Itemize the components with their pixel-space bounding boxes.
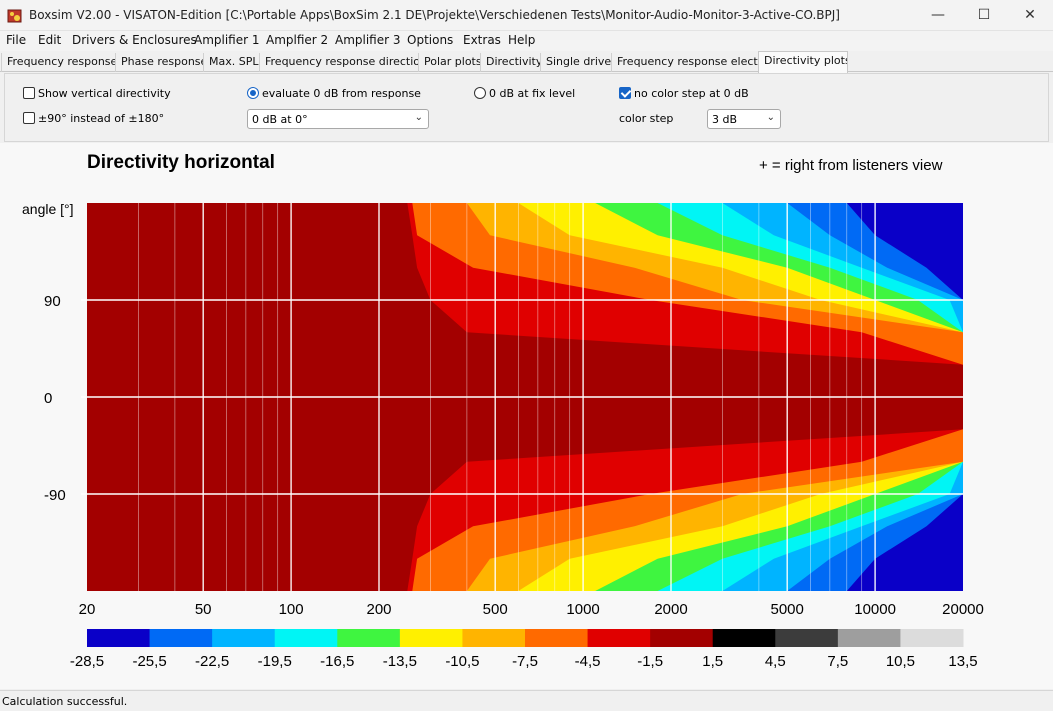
x-tick-label: 2000 xyxy=(654,601,687,618)
colorbar-label: 10,5 xyxy=(886,653,915,670)
x-tick-label: 10000 xyxy=(854,601,896,618)
x-tick-label: 200 xyxy=(366,601,391,618)
checkbox-box[interactable] xyxy=(23,112,35,124)
colorbar-swatch xyxy=(712,629,776,647)
x-tick-label: 5000 xyxy=(771,601,804,618)
boxsim-app-icon xyxy=(7,9,22,23)
fix-level-label: 0 dB at fix level xyxy=(489,87,576,100)
colorbar-swatch xyxy=(337,629,401,647)
window-title: Boxsim V2.00 - VISATON-Edition [C:\Porta… xyxy=(29,8,840,22)
colorbar-swatch xyxy=(775,629,839,647)
menu-options[interactable]: Options xyxy=(407,33,453,47)
colorbar-swatch xyxy=(900,629,964,647)
chevron-down-icon: ⌄ xyxy=(414,112,423,123)
colorbar-swatch xyxy=(274,629,338,647)
x-tick-label: 50 xyxy=(195,601,212,618)
menu-amplifier-3[interactable]: Amplifier 3 xyxy=(335,33,401,47)
evaluate-radio[interactable]: evaluate 0 dB from response xyxy=(247,87,421,100)
tab-phase-response[interactable]: Phase response xyxy=(115,53,203,72)
menu-amplifier-1[interactable]: Amplifier 1 xyxy=(194,33,260,47)
menu-drivers-enclosures[interactable]: Drivers & Enclosures xyxy=(72,33,197,47)
show-vertical-label: Show vertical directivity xyxy=(38,87,171,100)
radio-dot[interactable] xyxy=(247,87,259,99)
fix-level-radio[interactable]: 0 dB at fix level xyxy=(474,87,575,100)
colorbar-swatch xyxy=(462,629,526,647)
y-tick-label: 0 xyxy=(44,390,52,407)
maximize-button[interactable]: ☐ xyxy=(961,0,1007,31)
menu-amplifier-2[interactable]: Amplfier 2 xyxy=(266,33,328,47)
colorbar-label: -4,5 xyxy=(575,653,601,670)
status-bar: Calculation successful. xyxy=(0,690,1053,711)
close-button[interactable]: ✕ xyxy=(1007,0,1053,31)
colorbar-swatch xyxy=(149,629,213,647)
y-tick-label: 90 xyxy=(44,293,61,310)
colorbar-swatch xyxy=(87,629,151,647)
colorbar-label: 7,5 xyxy=(827,653,848,670)
no-color-step-label: no color step at 0 dB xyxy=(634,87,749,100)
tab-frequency-response-directions[interactable]: Frequency response directions xyxy=(259,53,418,72)
colorbar-label: -28,5 xyxy=(70,653,104,670)
colorbar-label: -16,5 xyxy=(320,653,354,670)
radio-dot[interactable] xyxy=(474,87,486,99)
colorbar-label: -19,5 xyxy=(258,653,292,670)
colorbar-swatch xyxy=(587,629,651,647)
colorbar-label: -25,5 xyxy=(132,653,166,670)
tab-max-spl[interactable]: Max. SPL xyxy=(203,53,259,72)
colorbar-swatch xyxy=(399,629,463,647)
color-step-combo[interactable]: 3 dB ⌄ xyxy=(707,109,781,129)
x-tick-label: 500 xyxy=(483,601,508,618)
menu-file[interactable]: File xyxy=(6,33,26,47)
show-vertical-checkbox[interactable]: Show vertical directivity xyxy=(23,87,171,100)
checkbox-box[interactable] xyxy=(619,87,631,99)
x-tick-label: 1000 xyxy=(566,601,599,618)
y-tick-label: -90 xyxy=(44,487,66,504)
x-tick-label: 20000 xyxy=(942,601,984,618)
colorbar-swatch xyxy=(837,629,901,647)
status-text: Calculation successful. xyxy=(2,695,128,708)
color-step-value: 3 dB xyxy=(712,113,738,126)
tab-directivity[interactable]: Directivity xyxy=(480,53,540,72)
x-tick-label: 100 xyxy=(279,601,304,618)
colorbar-label: -22,5 xyxy=(195,653,229,670)
colorbar-label: -10,5 xyxy=(445,653,479,670)
evaluate-label: evaluate 0 dB from response xyxy=(262,87,421,100)
tab-bar: Frequency response. Phase response Max. … xyxy=(0,51,1053,73)
reference-combo[interactable]: 0 dB at 0° ⌄ xyxy=(247,109,429,129)
colorbar-label: -1,5 xyxy=(637,653,663,670)
menu-help[interactable]: Help xyxy=(508,33,535,47)
color-step-label: color step xyxy=(619,112,674,125)
range-90-label: ±90° instead of ±180° xyxy=(38,112,165,125)
no-color-step-checkbox[interactable]: no color step at 0 dB xyxy=(619,87,749,100)
colorbar-label: 1,5 xyxy=(702,653,723,670)
tab-single-driver[interactable]: Single driver xyxy=(540,53,611,72)
tab-frequency-response-electr[interactable]: Frequency response electr.. xyxy=(611,53,758,72)
options-panel: Show vertical directivity ±90° instead o… xyxy=(4,73,1049,142)
colorbar-label: 4,5 xyxy=(765,653,786,670)
minimize-button[interactable]: — xyxy=(915,0,961,31)
plot-area: Directivity horizontal + = right from li… xyxy=(0,143,1053,689)
range-90-checkbox[interactable]: ±90° instead of ±180° xyxy=(23,112,164,125)
checkbox-box[interactable] xyxy=(23,87,35,99)
menu-bar: File Edit Drivers & Enclosures Amplifier… xyxy=(0,31,1053,51)
title-bar: Boxsim V2.00 - VISATON-Edition [C:\Porta… xyxy=(0,0,1053,31)
tab-polar-plots[interactable]: Polar plots xyxy=(418,53,480,72)
tab-frequency-response[interactable]: Frequency response. xyxy=(1,53,115,72)
colorbar-label: 13,5 xyxy=(948,653,977,670)
colorbar-swatch xyxy=(650,629,714,647)
colorbar-label: -13,5 xyxy=(383,653,417,670)
reference-combo-value: 0 dB at 0° xyxy=(252,113,308,126)
chevron-down-icon: ⌄ xyxy=(766,112,775,123)
directivity-heatmap: 20 50 100 200 500 1000 2000 5000 10000 20000 90 0 -… xyxy=(44,203,984,670)
colorbar-label: -7,5 xyxy=(512,653,538,670)
x-tick-label: 20 xyxy=(79,601,96,618)
colorbar-swatch xyxy=(525,629,589,647)
tab-directivity-plots[interactable]: Directivity plots xyxy=(758,51,848,73)
menu-extras[interactable]: Extras xyxy=(463,33,501,47)
colorbar-swatch xyxy=(212,629,276,647)
menu-edit[interactable]: Edit xyxy=(38,33,61,47)
